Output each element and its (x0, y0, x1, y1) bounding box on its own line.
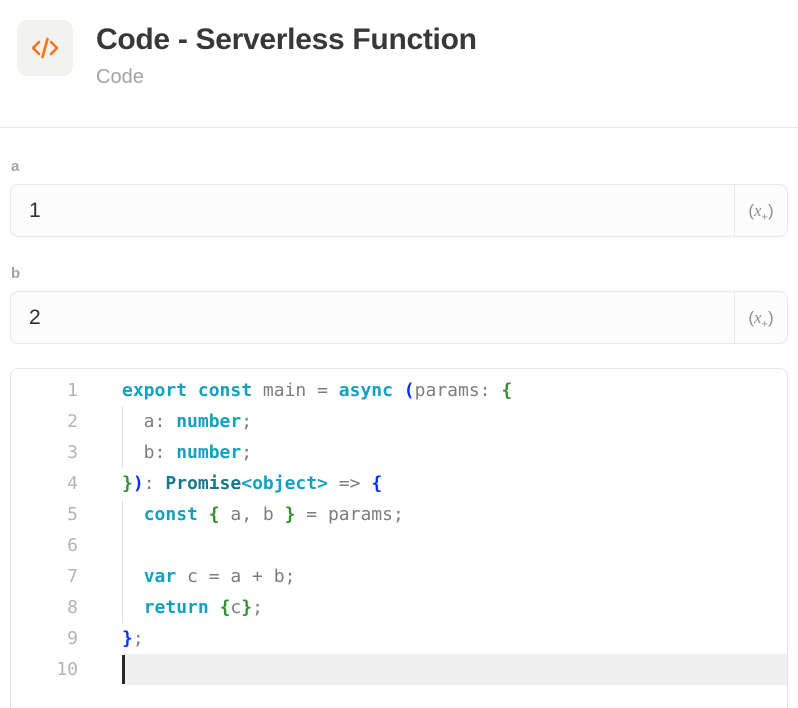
insert-variable-icon: (x+) (748, 201, 773, 221)
insert-variable-button[interactable]: (x+) (734, 292, 787, 343)
field-b-label: b (11, 265, 788, 282)
line-content[interactable] (122, 654, 787, 685)
line-number: 5 (11, 499, 78, 530)
line-content[interactable]: a: number; (122, 406, 787, 437)
field-b-value (11, 292, 734, 343)
code-line[interactable]: 1 export const main = async (params: { (11, 375, 787, 406)
line-content[interactable]: return {c}; (122, 592, 787, 623)
line-number: 6 (11, 530, 78, 561)
code-icon (17, 20, 73, 76)
line-content[interactable]: export const main = async (params: { (122, 375, 787, 406)
field-b-input-row: (x+) (10, 291, 788, 344)
line-content[interactable] (122, 530, 787, 561)
line-number: 1 (11, 375, 78, 406)
line-content[interactable]: b: number; (122, 437, 787, 468)
insert-variable-icon: (x+) (748, 308, 773, 328)
line-number: 7 (11, 561, 78, 592)
line-number: 3 (11, 437, 78, 468)
code-icon-glyph (30, 35, 60, 61)
page-subtitle: Code (96, 66, 477, 89)
code-line[interactable]: 8 return {c}; (11, 592, 787, 623)
text-cursor (122, 655, 125, 684)
line-content[interactable]: }; (122, 623, 787, 654)
line-content[interactable]: const { a, b } = params; (122, 499, 787, 530)
code-line[interactable]: 7 var c = a + b; (11, 561, 787, 592)
field-a: a (x+) (10, 158, 788, 237)
insert-variable-button[interactable]: (x+) (734, 185, 787, 236)
code-editor[interactable]: 1export const main = async (params: {2 a… (10, 368, 788, 708)
code-line[interactable]: 2 a: number; (11, 406, 787, 437)
line-number: 9 (11, 623, 78, 654)
code-line[interactable]: 3 b: number; (11, 437, 787, 468)
input-fields: a (x+) b (x+) (0, 158, 798, 344)
line-content[interactable]: var c = a + b; (122, 561, 787, 592)
code-step-panel: Code - Serverless Function Code a (x+) b (0, 0, 798, 708)
code-line[interactable]: 6 (11, 530, 787, 561)
field-a-label: a (11, 158, 788, 175)
line-number: 8 (11, 592, 78, 623)
field-a-input[interactable] (11, 185, 734, 236)
field-a-value (11, 185, 734, 236)
field-a-input-row: (x+) (10, 184, 788, 237)
field-b: b (x+) (10, 265, 788, 344)
code-line[interactable]: 9}; (11, 623, 787, 654)
line-number: 10 (11, 654, 78, 685)
code-line[interactable]: 10 (11, 654, 787, 685)
header: Code - Serverless Function Code (0, 0, 798, 128)
line-content[interactable]: }): Promise<object> => { (122, 468, 787, 499)
code-line[interactable]: 5 const { a, b } = params; (11, 499, 787, 530)
line-number: 2 (11, 406, 78, 437)
line-number: 4 (11, 468, 78, 499)
code-line[interactable]: 4 }): Promise<object> => { (11, 468, 787, 499)
header-text: Code - Serverless Function Code (96, 20, 477, 127)
field-b-input[interactable] (11, 292, 734, 343)
page-title: Code - Serverless Function (96, 20, 477, 60)
